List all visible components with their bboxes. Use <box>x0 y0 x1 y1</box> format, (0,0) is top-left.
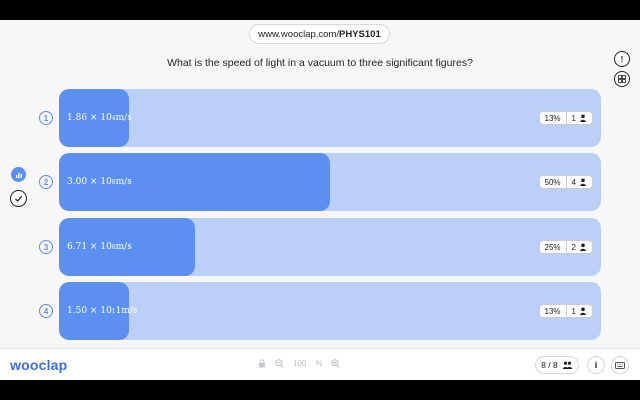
letterbox-top <box>0 0 640 20</box>
wooclap-logo: wooclap <box>10 357 68 373</box>
answer-percent: 50% <box>540 176 567 188</box>
info-footer-button[interactable]: i <box>587 356 605 374</box>
keyboard-button[interactable] <box>611 356 629 374</box>
answer-number-1: 1 <box>39 111 53 125</box>
zoom-controls: 100 % <box>258 359 341 368</box>
lock-icon[interactable] <box>258 359 266 368</box>
show-correct-button[interactable] <box>10 190 27 207</box>
zoom-out-icon[interactable] <box>275 359 284 368</box>
grid-button[interactable] <box>614 71 630 87</box>
answer-stats: 50% 4 <box>538 175 593 189</box>
answer-percent: 25% <box>540 241 567 253</box>
answer-label: 1.86 × 10 4 m/s <box>67 113 132 123</box>
answer-option-2[interactable]: 3.00 × 10 8 m/s 50% 4 <box>59 153 601 211</box>
answer-option-4[interactable]: 1.50 × 10 1 1m/s 13% 1 <box>59 282 601 340</box>
person-icon <box>579 114 587 122</box>
answer-stats: 13% 1 <box>538 304 593 318</box>
info-icon: i <box>594 360 598 370</box>
answer-percent: 13% <box>540 305 567 317</box>
answer-label: 3.00 × 10 8 m/s <box>67 177 132 187</box>
chart-icon <box>15 172 22 178</box>
keyboard-icon <box>615 361 625 369</box>
join-url-code: PHYS101 <box>339 28 381 40</box>
answer-count: 1 <box>571 306 576 316</box>
question-text: What is the speed of light in a vacuum t… <box>167 57 473 69</box>
info-button[interactable]: ! <box>614 51 630 67</box>
participants-icon <box>562 361 573 369</box>
answer-percent: 13% <box>540 112 567 124</box>
slide-pager[interactable]: 8 / 8 <box>535 356 579 374</box>
zoom-level: 100 <box>293 359 307 368</box>
zoom-unit: % <box>315 359 323 368</box>
person-icon <box>579 307 587 315</box>
check-icon <box>15 195 23 202</box>
answer-label: 6.71 × 10 8 m/s <box>67 242 132 252</box>
answer-option-3[interactable]: 6.71 × 10 8 m/s 25% 2 <box>59 218 601 276</box>
answer-number-4: 4 <box>39 304 53 318</box>
join-url-prefix: www.wooclap.com/ <box>258 28 340 40</box>
presentation-stage: www.wooclap.com/PHYS101 What is the spee… <box>0 20 640 348</box>
answer-label: 1.50 × 10 1 1m/s <box>67 306 138 316</box>
page-indicator: 8 / 8 <box>541 360 558 370</box>
answer-number-3: 3 <box>39 240 53 254</box>
grid-icon <box>618 75 626 83</box>
person-icon <box>579 243 587 251</box>
answer-stats: 25% 2 <box>538 240 593 254</box>
answer-number-2: 2 <box>39 175 53 189</box>
person-icon <box>579 178 587 186</box>
zoom-in-icon[interactable] <box>331 359 341 368</box>
results-chart-button[interactable] <box>11 167 26 182</box>
answer-count: 4 <box>571 177 576 187</box>
answer-count: 2 <box>571 242 576 252</box>
join-url-pill[interactable]: www.wooclap.com/PHYS101 <box>249 24 390 44</box>
info-icon: ! <box>620 54 624 64</box>
letterbox-bottom <box>0 380 640 400</box>
answer-option-1[interactable]: 1.86 × 10 4 m/s 13% 1 <box>59 89 601 147</box>
answer-stats: 13% 1 <box>538 111 593 125</box>
answer-count: 1 <box>571 113 576 123</box>
footer-bar: wooclap 100 % 8 / 8 i <box>0 348 640 380</box>
